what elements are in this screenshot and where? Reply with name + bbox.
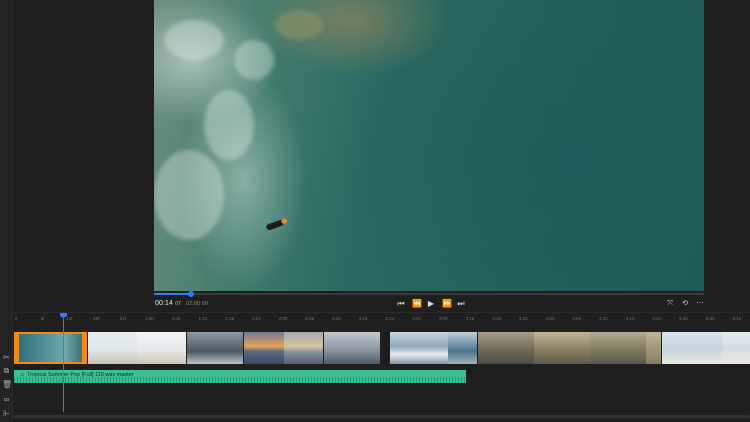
scrub-bar[interactable] (154, 291, 704, 297)
ruler-tick: 24f (119, 316, 126, 321)
ruler-tick: 3:12 (465, 316, 475, 321)
clip-surf-blue[interactable] (390, 332, 477, 364)
tool-rail: ✂ ⧉ 🗑 ∞ ⊩ (0, 0, 13, 422)
clip-beach-walk[interactable] (88, 332, 186, 364)
ruler-tick: 5:00 (679, 316, 688, 321)
play-icon[interactable]: ▶ (427, 299, 435, 308)
time-ruler[interactable]: 0 6f 12f 18f 24f 1:00 1:06 1:12 1:18 1:24 2:00 2:06… (14, 312, 750, 324)
ruler-tick: 3:00 (412, 316, 421, 321)
timecode: 00:14 07 02:00 00 (155, 300, 208, 307)
ruler-tick: 2:18 (358, 316, 368, 321)
ruler-tick: 5:12 (732, 316, 742, 321)
step-forward-icon[interactable]: ⏩ (442, 299, 452, 308)
ruler-tick: 1:24 (251, 316, 261, 321)
ruler-tick: 4:00 (545, 316, 555, 321)
clip-golden-sea[interactable] (478, 332, 661, 364)
ruler-tick: 3:24 (518, 316, 528, 321)
audio-track-name: Tropical Summer Pop [Full] 110 wav maste… (27, 372, 134, 378)
transport-controls: ⏮ ⏪ ▶ ⏩ ⏭ (397, 299, 465, 308)
marker-icon[interactable]: ⊩ (2, 409, 11, 418)
skip-forward-icon[interactable]: ⏭ (457, 299, 465, 308)
ruler-tick: 2:06 (305, 316, 315, 321)
ruler-tick: 2:24 (385, 316, 395, 321)
more-icon[interactable]: ⋯ (696, 299, 704, 308)
duplicate-icon[interactable]: ⧉ (2, 366, 11, 375)
ruler-tick: 1:12 (198, 316, 208, 321)
timecode-main: 00:14 (155, 300, 174, 307)
scissors-icon[interactable]: ✂ (2, 353, 11, 362)
ruler-tick: 2:12 (332, 316, 341, 321)
trash-icon[interactable]: 🗑 (2, 380, 12, 389)
ruler-tick: 0 (14, 316, 18, 321)
video-preview[interactable] (154, 0, 704, 291)
link-icon[interactable]: ∞ (2, 395, 11, 404)
loop-icon[interactable]: ⟲ (681, 299, 689, 308)
music-note-icon: ♫ (20, 372, 25, 378)
clip-waves-grey[interactable] (187, 332, 243, 364)
ruler-tick: 4:12 (599, 316, 608, 321)
ruler-tick: 4:06 (572, 316, 582, 321)
step-back-icon[interactable]: ⏪ (412, 299, 422, 308)
surfer (265, 219, 285, 231)
timeline-scrollbar[interactable] (14, 415, 750, 418)
audio-clip[interactable]: ♫ Tropical Summer Pop [Full] 110 wav mast… (14, 370, 466, 383)
playhead[interactable] (63, 316, 64, 412)
ruler-tick: 1:18 (225, 316, 234, 321)
skip-back-icon[interactable]: ⏮ (397, 299, 405, 308)
timecode-total: 02:00 00 (185, 301, 209, 307)
ruler-tick: 1:06 (171, 316, 181, 321)
ruler-tick: 18f (92, 316, 100, 321)
timecode-frames: 07 (175, 301, 181, 307)
view-controls: ⤧ ⟲ ⋯ (666, 299, 704, 308)
ruler-tick: 3:06 (438, 316, 448, 321)
ruler-tick: 5:06 (705, 316, 715, 321)
ruler-tick: 3:18 (492, 316, 501, 321)
clip-sunset[interactable] (244, 332, 323, 364)
clip-ocean-aerial[interactable] (14, 332, 87, 364)
clip-beach-bright[interactable] (662, 332, 750, 364)
scrub-progress (154, 293, 191, 295)
ruler-tick: 12f (66, 316, 73, 321)
audio-clip-label: ♫ Tropical Summer Pop [Full] 110 wav mast… (20, 372, 134, 378)
ruler-tick: 4:24 (652, 316, 662, 321)
video-editor: ✂ ⧉ 🗑 ∞ ⊩ 00:14 07 02:00 00 ⏮ ⏪ ▶ ⏩ ⏭ ⤧ … (0, 0, 750, 422)
ruler-tick: 6f (40, 316, 45, 321)
ruler-tick: 1:00 (145, 316, 154, 321)
scrub-handle[interactable] (187, 291, 194, 297)
ruler-tick: 2:00 (278, 316, 288, 321)
fit-icon[interactable]: ⤧ (666, 299, 674, 308)
ruler-tick: 4:18 (625, 316, 635, 321)
clip-gap[interactable] (383, 332, 389, 364)
video-track (14, 332, 750, 364)
clip-pier[interactable] (324, 332, 380, 364)
